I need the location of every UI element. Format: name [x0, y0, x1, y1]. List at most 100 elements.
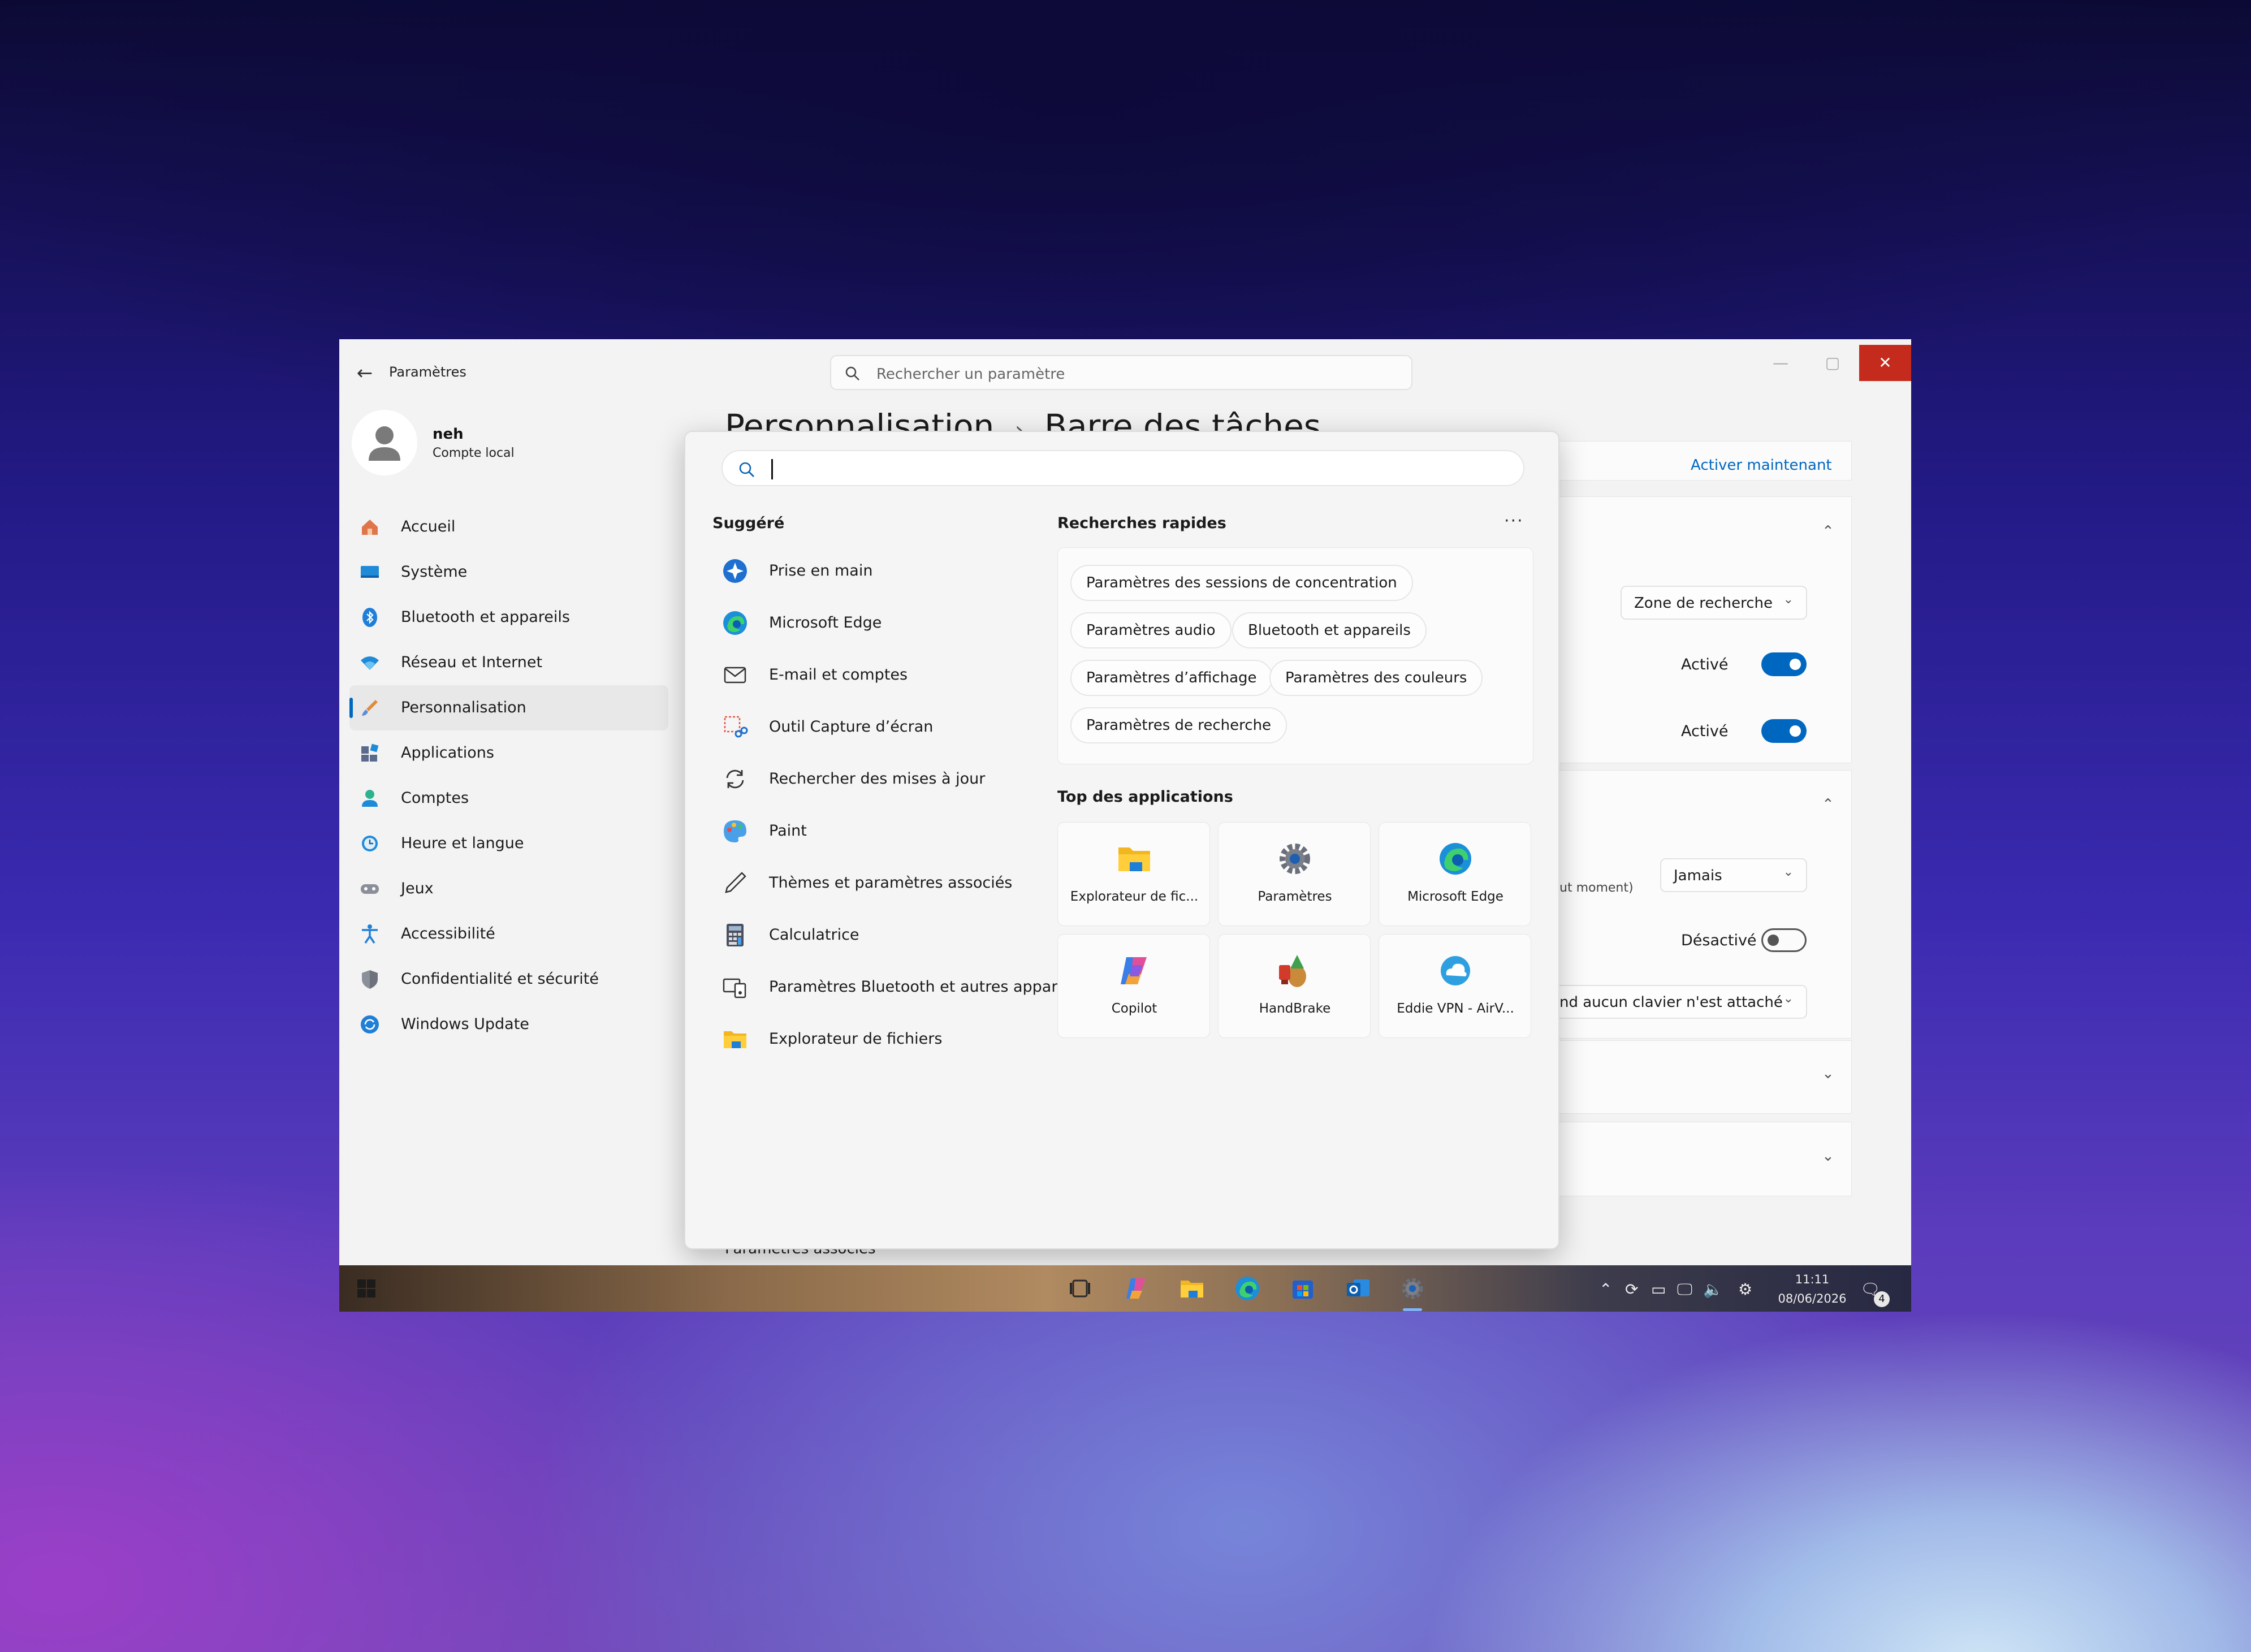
sidebar-item-comptes[interactable]: Comptes [349, 776, 668, 821]
system-icon [361, 566, 379, 578]
settings-card-collapsed-2[interactable] [1558, 1122, 1852, 1196]
sidebar-item-windows-update[interactable]: Windows Update [349, 1002, 668, 1047]
jamais-combo[interactable]: Jamais ⌄ [1660, 858, 1807, 892]
quick-search-chip[interactable]: Paramètres d’affichage [1070, 660, 1273, 696]
sidebar-item-confidentialite[interactable]: Confidentialité et sécurité [349, 957, 668, 1002]
quick-search-chip[interactable]: Paramètres audio [1070, 612, 1232, 648]
suggested-item-label: E-mail et comptes [769, 666, 908, 684]
volume-icon[interactable]: 🔈 [1703, 1280, 1723, 1299]
edge-taskbar-icon[interactable] [1234, 1275, 1261, 1302]
chevron-up-icon[interactable]: ⌃ [1822, 796, 1834, 813]
back-button[interactable]: ← [351, 359, 379, 387]
mail-icon [724, 667, 746, 684]
wifi-icon [361, 656, 379, 670]
gear-icon [1280, 844, 1310, 874]
active-app-indicator [1403, 1308, 1422, 1311]
more-options-button[interactable]: ··· [1504, 511, 1524, 531]
suggested-item-label: Paramètres Bluetooth et autres appareils [769, 978, 1083, 996]
search-flyout: Suggéré Recherches rapides ··· Prise en … [684, 431, 1559, 1249]
sidebar-item-accessibilite[interactable]: Accessibilité [349, 911, 668, 957]
sidebar-item-label: Réseau et Internet [401, 654, 543, 671]
sidebar-item-heure-langue[interactable]: Heure et langue [349, 821, 668, 866]
toggle-switch-3[interactable] [1761, 928, 1807, 952]
suggested-item-label: Calculatrice [769, 926, 859, 944]
sidebar-nav: Accueil Système Bluetooth et appareils R… [349, 504, 677, 1047]
store-taskbar-icon[interactable] [1289, 1275, 1316, 1302]
top-app-label: Paramètres [1258, 889, 1332, 904]
toggle-state-label: Désactivé [1681, 932, 1757, 949]
suggested-item-updates[interactable]: Rechercher des mises à jour [719, 753, 1070, 805]
sidebar-item-jeux[interactable]: Jeux [349, 866, 668, 911]
maximize-button[interactable]: ▢ [1808, 345, 1857, 381]
top-app-parametres[interactable]: Paramètres [1218, 822, 1371, 926]
folder-icon [724, 1031, 746, 1048]
suggested-item-label: Paint [769, 822, 807, 840]
chevron-down-icon[interactable]: ⌄ [1822, 1065, 1834, 1082]
toggle-switch-1[interactable] [1761, 652, 1807, 676]
task-view-icon[interactable] [1066, 1275, 1094, 1302]
start-icon[interactable] [353, 1275, 380, 1302]
quick-search-chip[interactable]: Bluetooth et appareils [1232, 612, 1427, 648]
sidebar-item-reseau[interactable]: Réseau et Internet [349, 640, 668, 685]
sidebar-item-label: Windows Update [401, 1015, 529, 1033]
settings-card-collapsed-1[interactable] [1558, 1040, 1852, 1114]
file-explorer-taskbar-icon[interactable] [1178, 1275, 1206, 1302]
toggle-switch-2[interactable] [1761, 719, 1807, 743]
top-app-label: Microsoft Edge [1407, 889, 1503, 904]
quick-search-chip[interactable]: Paramètres de recherche [1070, 707, 1287, 743]
sidebar-item-label: Système [401, 563, 468, 581]
chevron-up-icon[interactable]: ⌃ [1822, 523, 1834, 540]
top-app-eddie-vpn[interactable]: Eddie VPN - AirV... [1379, 934, 1531, 1038]
chevron-down-icon[interactable]: ⌄ [1822, 1148, 1834, 1165]
top-app-edge[interactable]: Microsoft Edge [1379, 822, 1531, 926]
suggested-item-prise-en-main[interactable]: Prise en main [719, 545, 1070, 597]
paint-icon [724, 820, 746, 842]
quick-search-chip[interactable]: Paramètres des couleurs [1269, 660, 1483, 696]
settings-taskbar-icon[interactable] [1399, 1275, 1426, 1302]
top-app-explorateur[interactable]: Explorateur de fic... [1057, 822, 1210, 926]
search-mode-combo[interactable]: Zone de recherche ⌄ [1621, 586, 1807, 620]
snipping-tool-icon [724, 716, 748, 738]
activate-now-link[interactable]: Activer maintenant [1691, 457, 1832, 474]
pen-icon [725, 872, 746, 893]
settings-search-box[interactable]: Rechercher un paramètre [830, 355, 1412, 390]
suggested-item-calculatrice[interactable]: Calculatrice [719, 909, 1070, 961]
flyout-search-input[interactable] [721, 450, 1524, 486]
sidebar-item-label: Personnalisation [401, 699, 526, 716]
chevron-up-icon[interactable]: ⌃ [1599, 1280, 1612, 1299]
top-app-handbrake[interactable]: HandBrake [1218, 934, 1371, 1038]
sidebar-item-personnalisation[interactable]: Personnalisation [349, 685, 668, 730]
top-app-copilot[interactable]: Copilot [1057, 934, 1210, 1038]
suggested-item-edge[interactable]: Microsoft Edge [719, 597, 1070, 649]
keyboard-combo[interactable]: nd aucun clavier n'est attaché ⌄ [1559, 985, 1807, 1019]
user-profile[interactable]: neh Compte local [352, 410, 578, 475]
quick-search-chip[interactable]: Paramètres des sessions de concentration [1070, 565, 1413, 601]
sidebar-item-systeme[interactable]: Système [349, 550, 668, 595]
settings-search-placeholder: Rechercher un paramètre [876, 366, 1065, 383]
clock-icon [362, 836, 378, 851]
suggested-item-themes[interactable]: Thèmes et paramètres associés [719, 857, 1070, 909]
system-clock[interactable]: 11:11 08/06/2026 [1764, 1270, 1860, 1308]
sync-icon[interactable]: ⟳ [1625, 1280, 1638, 1299]
copilot-icon [1121, 957, 1147, 984]
suggested-item-label: Thèmes et paramètres associés [769, 874, 1013, 892]
suggested-item-capture[interactable]: Outil Capture d’écran [719, 701, 1070, 753]
sidebar-item-bluetooth[interactable]: Bluetooth et appareils [349, 595, 668, 640]
outlook-taskbar-icon[interactable] [1345, 1275, 1372, 1302]
battery-icon[interactable]: ▭ [1651, 1280, 1666, 1299]
copilot-taskbar-icon[interactable] [1123, 1275, 1150, 1302]
sidebar-item-applications[interactable]: Applications [349, 730, 668, 776]
taskbar: ⌃ ⟳ ▭ 🖵 🔈 ⚙ 11:11 08/06/2026 🗨 4 [339, 1265, 1911, 1312]
suggested-item-paint[interactable]: Paint [719, 805, 1070, 857]
minimize-button[interactable]: — [1756, 345, 1805, 381]
sidebar-item-accueil[interactable]: Accueil [349, 504, 668, 550]
suggested-item-email[interactable]: E-mail et comptes [719, 649, 1070, 701]
network-icon[interactable]: 🖵 [1677, 1280, 1692, 1299]
close-button[interactable]: ✕ [1859, 345, 1911, 381]
suggested-item-explorateur[interactable]: Explorateur de fichiers [719, 1013, 1070, 1065]
suggested-item-bluetooth-devices[interactable]: Paramètres Bluetooth et autres appareils [719, 961, 1083, 1013]
gear-icon[interactable]: ⚙ [1738, 1280, 1752, 1299]
refresh-icon [726, 769, 744, 789]
top-app-label: Copilot [1111, 1001, 1157, 1016]
search-icon [845, 366, 859, 380]
